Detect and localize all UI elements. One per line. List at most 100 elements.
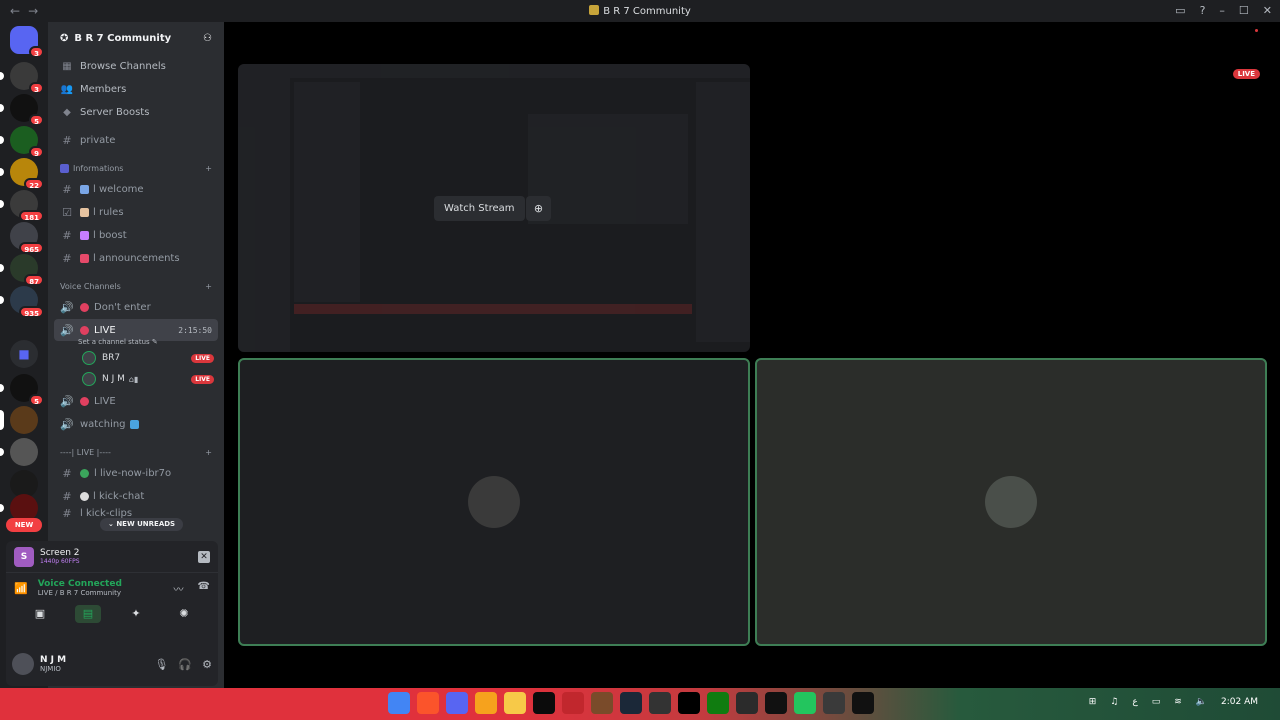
taskbar-app-icon[interactable] [649,692,671,714]
new-unreads-pill[interactable]: ⌄ NEW UNREADS [100,518,184,531]
voice-channel-watching[interactable]: 🔊 watching [54,413,218,435]
screen-share-active-icon[interactable]: ▤ [75,605,101,623]
taskbar-app-icon[interactable] [591,692,613,714]
voice-channel-dont-enter[interactable]: 🔊 Don't enter [54,296,218,318]
taskbar-app-icon[interactable] [823,692,845,714]
category-live[interactable]: ----| LIVE |---- + [48,443,224,461]
help-icon[interactable]: ? [1200,4,1206,17]
voice-actions: ▣ ▤ ✦ ✺ [6,597,218,629]
minimize-button[interactable]: – [1219,4,1225,17]
mention-badge: 3 [29,46,44,58]
server-folder-icon[interactable]: 87 [0,254,44,286]
members-link[interactable]: 👥 Members [54,78,218,100]
window-controls: ▭ ? – ☐ ✕ [1175,4,1272,17]
server-folder-icon[interactable]: 181 [0,190,44,222]
text-channel-icon: # [62,228,72,242]
channel-announcements[interactable]: # l announcements [54,247,218,269]
channel-welcome[interactable]: # l welcome [54,178,218,200]
new-badge[interactable]: NEW [6,518,42,532]
server-folder-icon[interactable]: 935 [0,286,44,318]
server-boosts-link[interactable]: ◆ Server Boosts [54,101,218,123]
channel-name: l kick-clips [80,508,133,518]
add-channel-icon[interactable]: + [205,282,212,291]
taskbar-app-icon[interactable] [620,692,642,714]
voice-channel-live-2[interactable]: 🔊 LIVE [54,390,218,412]
server-icon[interactable]: 22 [0,158,44,190]
clock[interactable]: 2:02 AM [1221,697,1258,707]
channel-private[interactable]: # private [54,129,218,151]
voice-user-name: N J M [102,374,125,384]
disconnect-icon[interactable]: ☎ [198,581,210,596]
tray-grid-icon[interactable]: ⊞ [1089,697,1097,707]
tray-lang-icon[interactable]: ع [1132,697,1137,707]
thumb-bar [238,64,750,78]
taskbar-app-icon[interactable] [852,692,874,714]
screen-title: Screen 2 [40,548,80,558]
server-header[interactable]: ✪ B R 7 Community ⚇ [48,22,224,54]
taskbar-app-icon[interactable] [388,692,410,714]
folder-icon[interactable]: ■ [10,340,38,368]
server-folder-icon[interactable]: 965 [10,222,44,254]
taskbar-app-icon[interactable] [504,692,526,714]
inbox-icon[interactable]: ▭ [1175,4,1185,17]
discord-home-icon[interactable]: 3 [10,26,44,58]
stream-preview[interactable]: Watch Stream ⊕ [238,64,750,352]
popout-stream-icon[interactable]: ⊕ [526,196,551,221]
participant-tile[interactable] [755,358,1267,646]
taskbar-app-icon[interactable] [678,692,700,714]
category-informations[interactable]: Informations + [48,159,224,177]
activities-icon[interactable]: ✦ [123,605,149,623]
taskbar-app-icon[interactable] [765,692,787,714]
server-icon[interactable]: 5 [0,374,44,406]
stop-share-button[interactable]: ✕ [198,550,210,563]
screen-share-icon: S [14,546,34,567]
maximize-button[interactable]: ☐ [1239,4,1249,17]
volume-icon[interactable]: 🔈 [1196,697,1207,707]
add-channel-icon[interactable]: + [205,448,212,457]
server-icon[interactable]: 5 [0,94,44,126]
signal-icon[interactable]: 📶 [14,582,28,595]
invite-icon[interactable]: ⚇ [203,33,212,44]
avatar[interactable] [12,653,34,675]
taskbar-app-icon[interactable] [562,692,584,714]
channel-live-now[interactable]: # l live-now-ibr7o [54,462,218,484]
mention-badge: 5 [29,114,44,126]
channel-boost[interactable]: # l boost [54,224,218,246]
taskbar-app-icon[interactable] [533,692,555,714]
wifi-icon[interactable]: ≋ [1174,697,1182,707]
add-channel-icon[interactable]: + [205,164,212,173]
taskbar-app-icon[interactable] [794,692,816,714]
browse-channels-link[interactable]: ▦ Browse Channels [54,55,218,77]
network-icon[interactable]: ▭ [1152,697,1161,707]
noise-suppression-icon[interactable]: 〰 [174,581,184,596]
camera-off-icon[interactable]: ▣ [27,605,53,623]
server-icon[interactable] [0,406,38,434]
channel-kick-clips[interactable]: # l kick-clips [54,508,218,518]
participant-tile[interactable] [238,358,750,646]
server-icon[interactable] [0,438,38,466]
taskbar-app-icon[interactable] [446,692,468,714]
boost-emoji-icon [80,230,89,240]
headphones-icon[interactable]: 🎧 [178,658,192,671]
server-icon[interactable]: 3 [0,62,44,94]
taskbar-app-icon[interactable] [417,692,439,714]
wave-emoji-icon [80,184,89,194]
taskbar-app-icon[interactable] [736,692,758,714]
category-voice[interactable]: Voice Channels + [48,277,224,295]
tray-mic-icon[interactable]: ♫ [1110,697,1118,707]
voice-user[interactable]: N J M ⌂▮ LIVE [78,369,218,389]
server-icon[interactable]: 9 [0,126,44,158]
voice-user[interactable]: BR7 LIVE [78,348,218,368]
channel-rules[interactable]: ☑ l rules [54,201,218,223]
soundboard-icon[interactable]: ✺ [171,605,197,623]
close-button[interactable]: ✕ [1263,4,1272,17]
speaker-icon: 🔊 [60,323,74,337]
taskbar-app-icon[interactable] [707,692,729,714]
channel-kick-chat[interactable]: # l kick-chat [54,485,218,507]
taskbar-app-icon[interactable] [475,692,497,714]
settings-gear-icon[interactable]: ⚙ [202,658,212,671]
channel-status-prompt[interactable]: Set a channel status ✎ [78,338,224,346]
microphone-icon[interactable]: 🎙 [154,658,168,671]
watch-stream-button[interactable]: Watch Stream [434,196,525,221]
voice-channel-path[interactable]: LIVE / B R 7 Community [38,589,122,597]
